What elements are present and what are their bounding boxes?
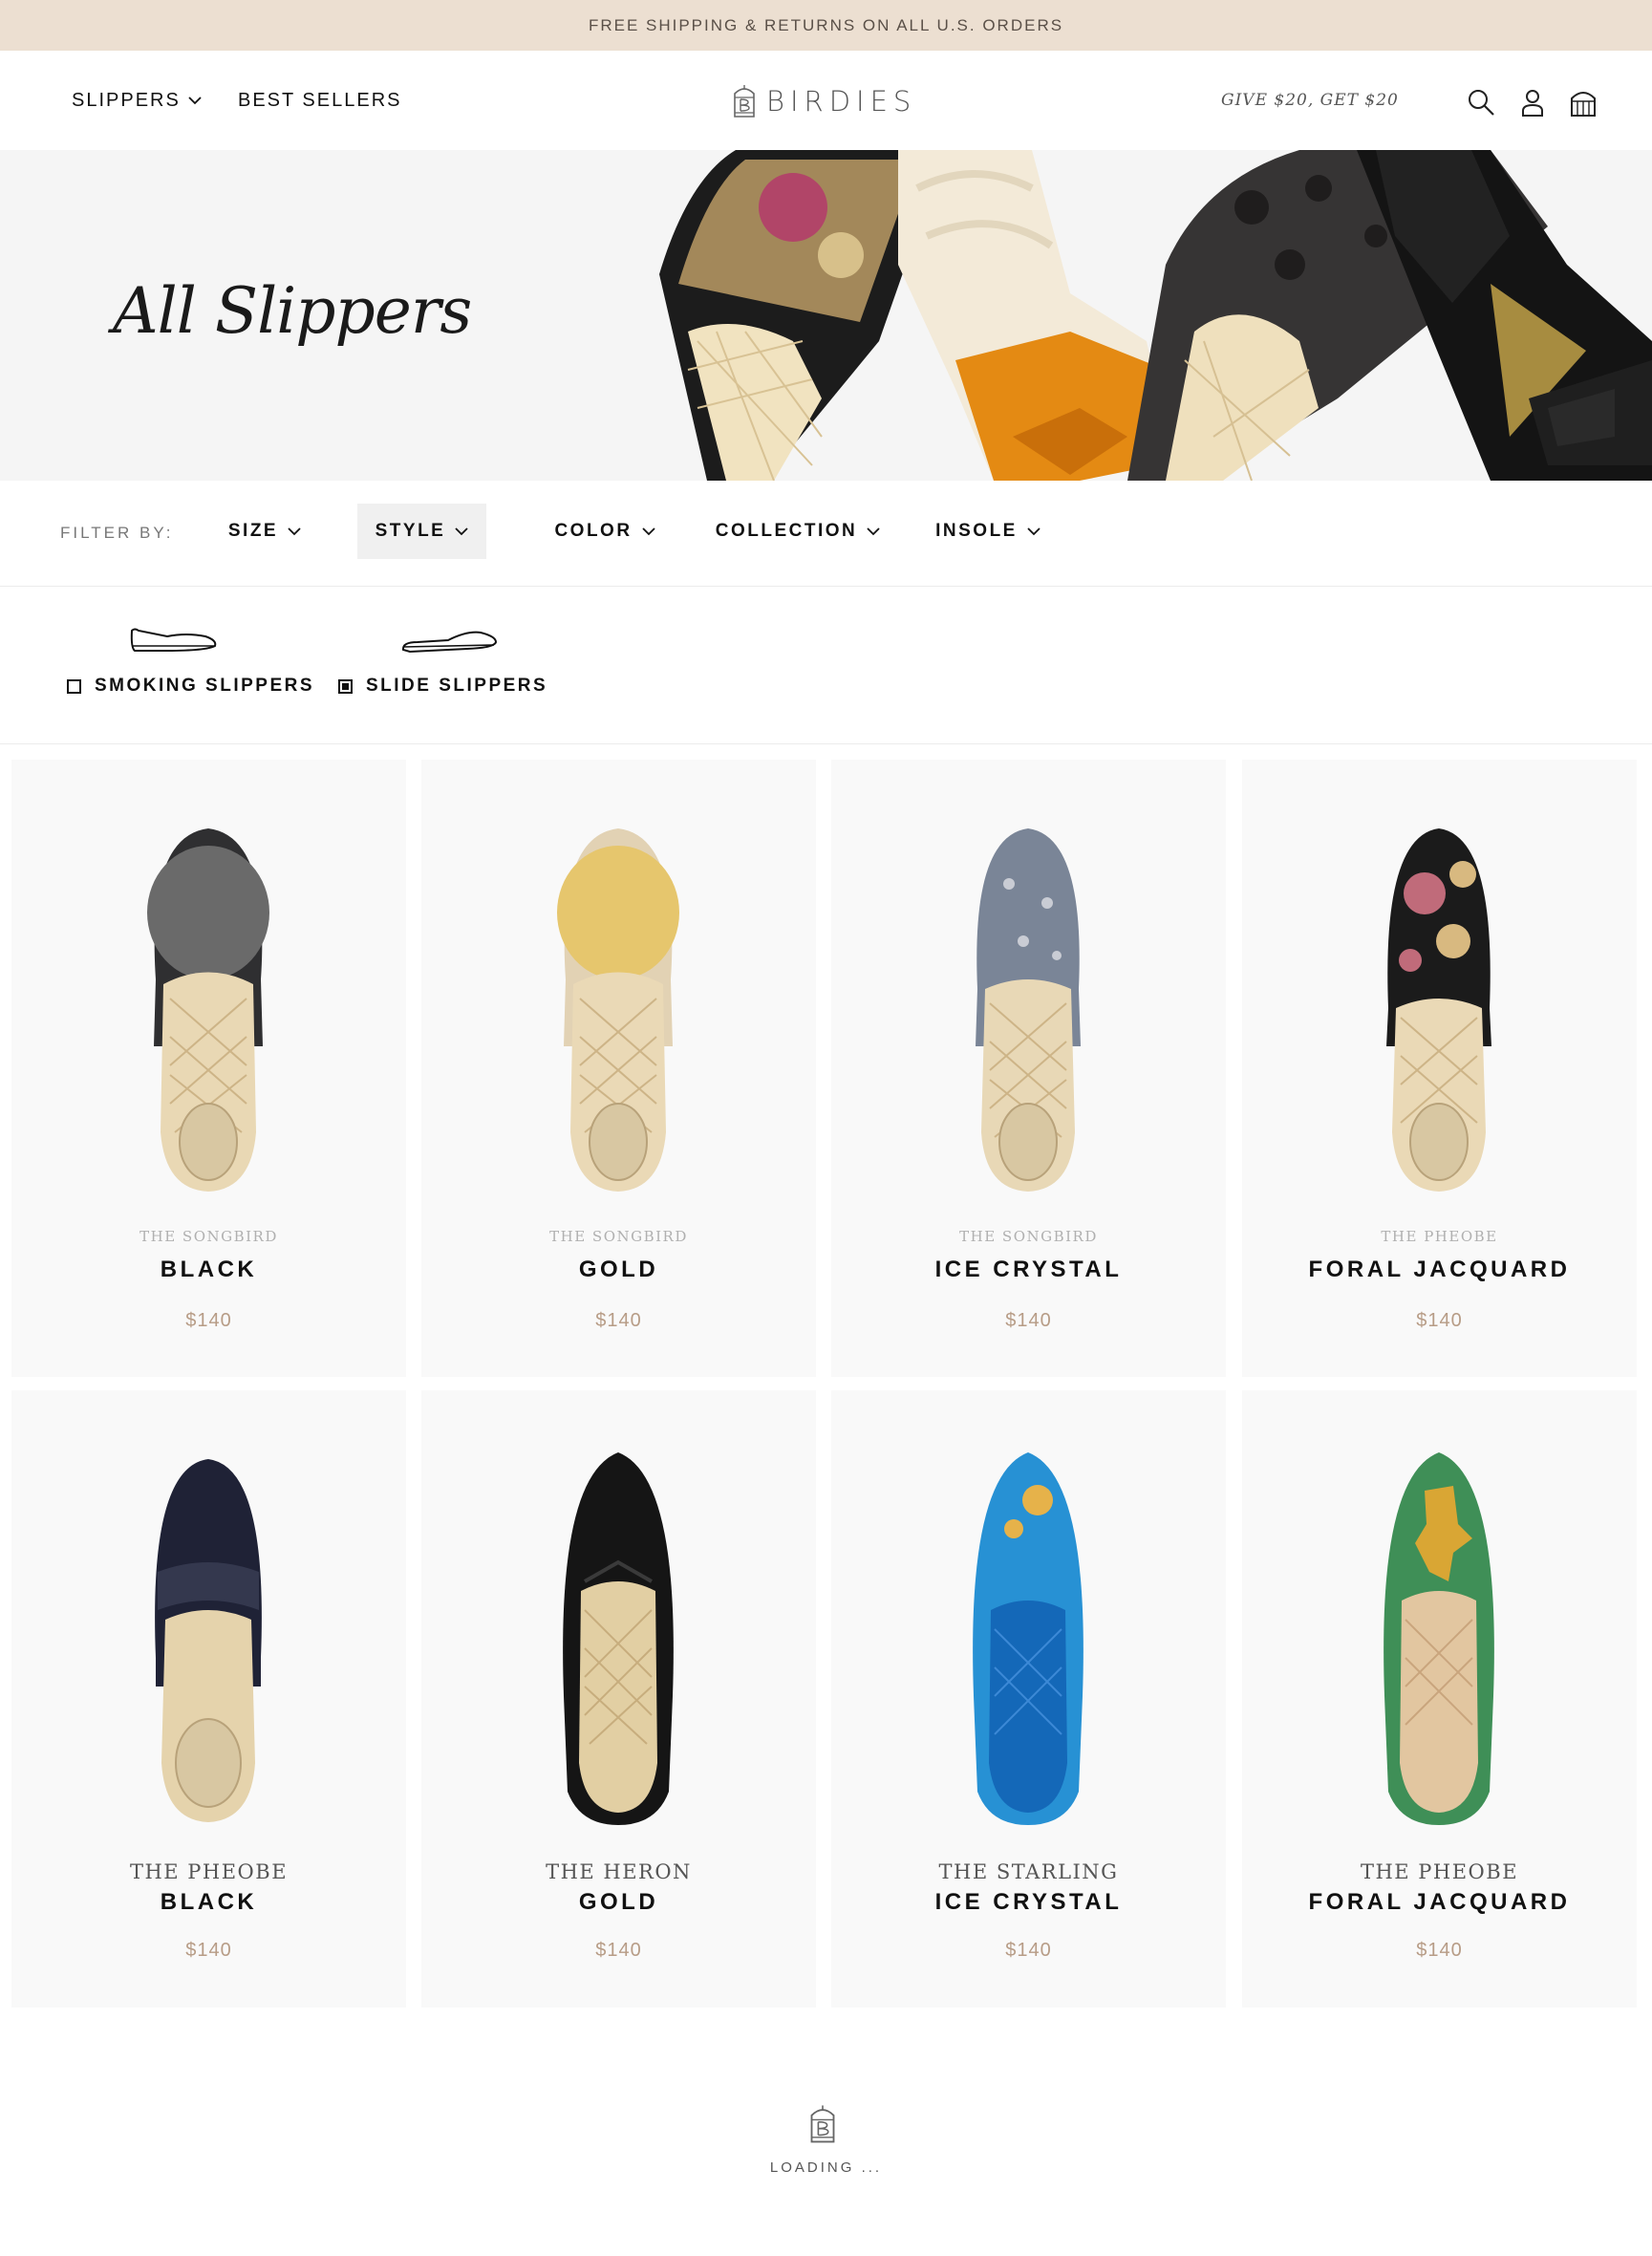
referral-promo-label: GIVE $20, GET $20 bbox=[1221, 91, 1399, 110]
product-image bbox=[976, 828, 1081, 1192]
filter-size-label: SIZE bbox=[227, 521, 279, 541]
product-model: THE SONGBIRD bbox=[139, 1228, 278, 1245]
nav-best-sellers[interactable]: BEST SELLERS bbox=[238, 51, 401, 150]
slipper-accent bbox=[1404, 872, 1446, 914]
style-options: SMOKING SLIPPERS SLIDE SLIPPERS bbox=[0, 587, 1652, 744]
referral-promo-link[interactable]: GIVE $20, GET $20 bbox=[1221, 51, 1399, 150]
birdies-logo[interactable]: BIRDIES bbox=[730, 81, 916, 121]
account-icon[interactable] bbox=[1517, 87, 1548, 118]
chevron-down-icon bbox=[641, 526, 655, 535]
loading-indicator: LOADING ... bbox=[0, 2102, 1652, 2198]
product-price: $140 bbox=[185, 1310, 232, 1331]
slipper-accent bbox=[1022, 1485, 1053, 1515]
product-card[interactable]: THE PHEOBE FORAL JACQUARD $140 bbox=[1242, 760, 1637, 1377]
smoking-slippers-label: SMOKING SLIPPERS bbox=[95, 676, 315, 696]
product-image bbox=[147, 828, 269, 1192]
product-image bbox=[1384, 1452, 1494, 1825]
product-image bbox=[973, 1452, 1083, 1825]
filter-color-button[interactable]: COLOR bbox=[545, 504, 665, 559]
product-model: THE PHEOBE bbox=[129, 1860, 289, 1883]
slipper-accent bbox=[557, 846, 679, 979]
slide-slippers-label: SLIDE SLIPPERS bbox=[366, 676, 548, 696]
product-card[interactable]: THE PHEOBE BLACK $140 bbox=[11, 1390, 406, 2008]
site-header: SLIPPERS BEST SELLERS BIRDIES GIVE $20, … bbox=[0, 51, 1652, 150]
product-model: THE PHEOBE bbox=[1381, 1228, 1498, 1245]
product-card[interactable]: THE PHEOBE FORAL JACQUARD $140 bbox=[1242, 1390, 1637, 2008]
product-card[interactable]: THE SONGBIRD BLACK $140 bbox=[11, 760, 406, 1377]
birdcage-logo-icon bbox=[810, 2105, 835, 2143]
product-image bbox=[557, 828, 679, 1192]
chevron-down-icon bbox=[1027, 526, 1041, 535]
product-name[interactable]: BLACK bbox=[11, 1257, 406, 1283]
chevron-down-icon bbox=[455, 526, 468, 535]
product-model: THE STARLING bbox=[938, 1860, 1119, 1883]
slide-slipper-icon bbox=[401, 631, 498, 654]
product-model: THE SONGBIRD bbox=[549, 1228, 688, 1245]
filter-insole-button[interactable]: INSOLE bbox=[929, 504, 1047, 559]
loading-text: LOADING ... bbox=[769, 2159, 883, 2176]
page-title: All Slippers bbox=[113, 274, 472, 348]
product-name[interactable]: GOLD bbox=[421, 1889, 816, 1916]
hero-slippers-image bbox=[659, 150, 1652, 481]
logo-text: BIRDIES bbox=[766, 85, 917, 118]
announcement-text: FREE SHIPPING & RETURNS ON ALL U.S. ORDE… bbox=[588, 15, 1064, 34]
smoking-slippers-checkbox[interactable] bbox=[67, 678, 81, 694]
product-price: $140 bbox=[185, 1940, 232, 1961]
filter-size-button[interactable]: SIZE bbox=[212, 504, 317, 559]
search-icon[interactable] bbox=[1466, 87, 1496, 118]
nav-slippers[interactable]: SLIPPERS bbox=[72, 51, 202, 150]
product-image bbox=[563, 1452, 674, 1825]
filter-collection-button[interactable]: COLLECTION bbox=[709, 504, 887, 559]
chevron-down-icon bbox=[188, 96, 202, 104]
product-card[interactable]: THE HERON GOLD $140 bbox=[421, 1390, 816, 2008]
slipper-accent bbox=[1003, 878, 1015, 890]
birdcage-logo-icon bbox=[734, 85, 755, 118]
nav-best-sellers-label: BEST SELLERS bbox=[238, 89, 402, 111]
product-name[interactable]: ICE CRYSTAL bbox=[831, 1257, 1226, 1283]
product-image bbox=[1386, 828, 1491, 1192]
product-card[interactable]: THE SONGBIRD ICE CRYSTAL $140 bbox=[831, 760, 1226, 1377]
announcement-bar: FREE SHIPPING & RETURNS ON ALL U.S. ORDE… bbox=[0, 0, 1652, 51]
nav-slippers-label: SLIPPERS bbox=[72, 89, 181, 111]
filter-style-button[interactable]: STYLE bbox=[357, 504, 486, 559]
product-price: $140 bbox=[1416, 1940, 1463, 1961]
product-card[interactable]: THE STARLING ICE CRYSTAL $140 bbox=[831, 1390, 1226, 2008]
slipper-accent bbox=[147, 846, 269, 979]
product-price: $140 bbox=[1005, 1940, 1052, 1961]
product-name[interactable]: GOLD bbox=[421, 1257, 816, 1283]
cart-icon[interactable] bbox=[1568, 87, 1598, 118]
chevron-down-icon bbox=[867, 526, 880, 535]
filter-by-label: FILTER BY: bbox=[60, 524, 174, 542]
product-price: $140 bbox=[595, 1940, 642, 1961]
filter-collection-label: COLLECTION bbox=[715, 521, 858, 541]
filter-insole-label: INSOLE bbox=[935, 521, 1018, 541]
product-price: $140 bbox=[1416, 1310, 1463, 1331]
smoking-slipper-icon bbox=[130, 628, 217, 652]
chevron-down-icon bbox=[288, 526, 301, 535]
product-card[interactable]: THE SONGBIRD GOLD $140 bbox=[421, 760, 816, 1377]
product-name[interactable]: FORAL JACQUARD bbox=[1242, 1889, 1637, 1916]
filter-color-label: COLOR bbox=[554, 521, 633, 541]
filter-style-label: STYLE bbox=[375, 521, 446, 541]
hero-banner: All Slippers bbox=[0, 150, 1652, 481]
product-name[interactable]: BLACK bbox=[11, 1889, 406, 1916]
product-price: $140 bbox=[595, 1310, 642, 1331]
product-model: THE SONGBIRD bbox=[959, 1228, 1098, 1245]
slide-slippers-checkbox[interactable] bbox=[338, 678, 353, 694]
product-name[interactable]: FORAL JACQUARD bbox=[1242, 1257, 1637, 1283]
product-price: $140 bbox=[1005, 1310, 1052, 1331]
product-image bbox=[155, 1459, 262, 1822]
filter-bar: FILTER BY: SIZE STYLE COLOR COLLECTION I… bbox=[0, 481, 1652, 587]
product-model: THE PHEOBE bbox=[1360, 1860, 1519, 1883]
product-name[interactable]: ICE CRYSTAL bbox=[831, 1889, 1226, 1916]
product-model: THE HERON bbox=[546, 1860, 692, 1883]
